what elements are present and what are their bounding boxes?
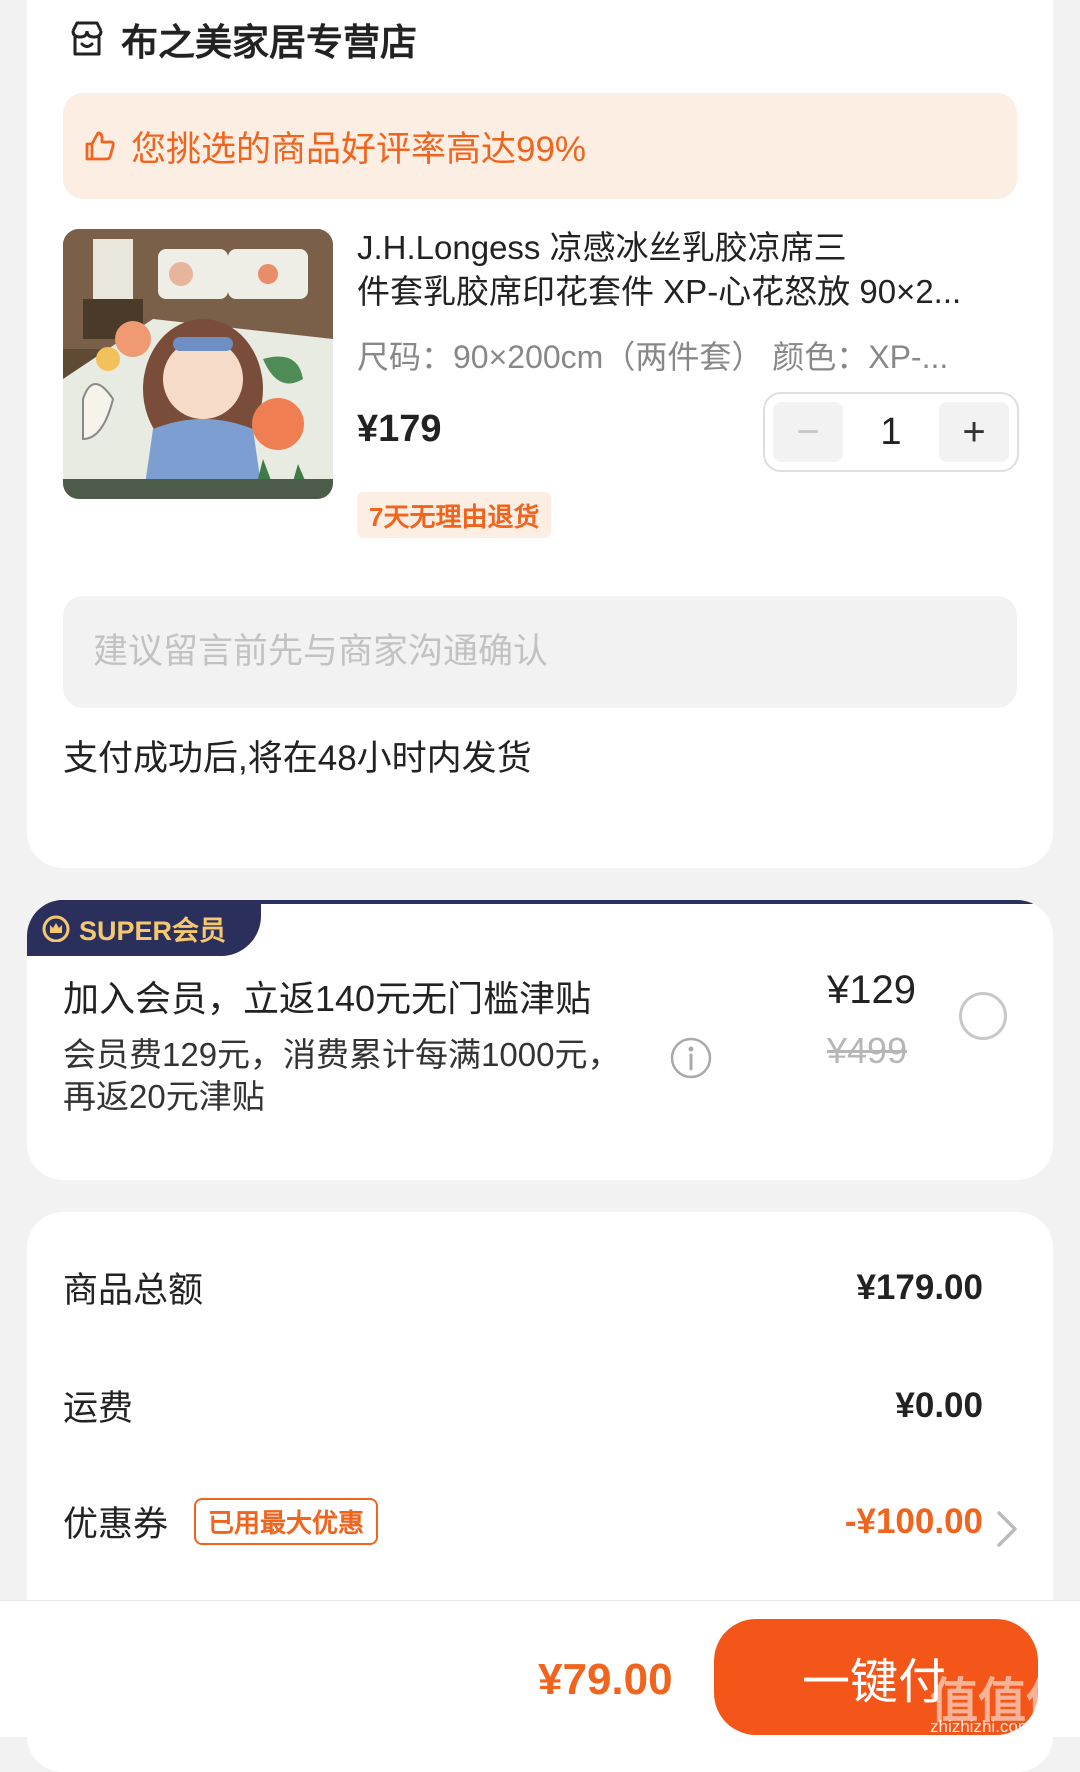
product-image[interactable] bbox=[63, 229, 333, 499]
coupon-row[interactable]: 优惠券 已用最大优惠 -¥100.00 bbox=[63, 1496, 983, 1547]
member-select-radio[interactable] bbox=[959, 992, 1007, 1040]
shipping-fee-label: 运费 bbox=[63, 1389, 134, 1428]
shipping-fee-value: ¥0.00 bbox=[895, 1385, 983, 1425]
goods-total-label: 商品总额 bbox=[63, 1271, 204, 1310]
product-spec[interactable]: 尺码：90×200cm（两件套） 颜色：XP-... bbox=[357, 332, 1017, 378]
watermark-url: zhizhizhi.com bbox=[930, 1717, 1033, 1736]
crown-icon bbox=[42, 915, 70, 942]
quantity-stepper: − 1 + bbox=[763, 392, 1019, 472]
info-icon[interactable] bbox=[669, 1036, 713, 1080]
product-title-line2: 件套乳胶席印花套件 XP-心花怒放 90×2... bbox=[357, 273, 962, 310]
pay-button-label: 一键付 bbox=[802, 1656, 947, 1709]
order-card: 布之美家居专营店 您挑选的商品好评率高达99% J.H.Longess 凉感冰丝… bbox=[27, 0, 1053, 868]
membership-card[interactable]: SUPER会员 加入会员，立返140元无门槛津贴 会员费129元，消费累计每满1… bbox=[27, 900, 1053, 1180]
chevron-right-icon[interactable] bbox=[995, 1509, 1019, 1549]
store-name: 布之美家居专营店 bbox=[121, 22, 417, 63]
message-input[interactable] bbox=[63, 631, 1017, 673]
shipping-note: 支付成功后,将在48小时内发货 bbox=[63, 739, 532, 778]
product-title[interactable]: J.H.Longess 凉感冰丝乳胶凉席三 件套乳胶席印花套件 XP-心花怒放 … bbox=[357, 226, 1017, 314]
member-offer-title: 加入会员，立返140元无门槛津贴 bbox=[63, 978, 592, 1019]
message-field-container bbox=[63, 596, 1017, 708]
member-badge: SUPER会员 bbox=[27, 900, 261, 956]
member-price: ¥129 bbox=[827, 968, 916, 1012]
quantity-value[interactable]: 1 bbox=[851, 411, 931, 454]
rating-banner: 您挑选的商品好评率高达99% bbox=[63, 93, 1017, 199]
store-icon bbox=[71, 21, 103, 56]
coupon-label: 优惠券 bbox=[63, 1505, 169, 1544]
product-title-line1: J.H.Longess 凉感冰丝乳胶凉席三 bbox=[357, 229, 847, 266]
rating-text: 您挑选的商品好评率高达99% bbox=[131, 129, 587, 169]
coupon-best-tag: 已用最大优惠 bbox=[194, 1498, 379, 1545]
goods-total-value: ¥179.00 bbox=[856, 1267, 983, 1307]
member-offer-desc: 会员费129元，消费累计每满1000元，再返20元津贴 bbox=[63, 1036, 621, 1115]
shipping-fee-row: 运费 ¥0.00 bbox=[63, 1380, 983, 1431]
checkout-bar: ¥79.00 一键付 值值值 zhizhizhi.com bbox=[0, 1600, 1080, 1737]
goods-total-row: 商品总额 ¥179.00 bbox=[63, 1262, 983, 1313]
member-badge-label: SUPER会员 bbox=[79, 915, 227, 946]
coupon-value: -¥100.00 bbox=[844, 1501, 983, 1541]
member-original-price: ¥499 bbox=[827, 1030, 908, 1071]
decrease-button[interactable]: − bbox=[773, 402, 843, 462]
store-header[interactable]: 布之美家居专营店 bbox=[67, 12, 417, 66]
total-price: ¥79.00 bbox=[538, 1655, 673, 1704]
return-policy-tag: 7天无理由退货 bbox=[357, 492, 552, 538]
thumbs-up-icon bbox=[85, 131, 115, 161]
product-price: ¥179 bbox=[357, 408, 442, 450]
increase-button[interactable]: + bbox=[939, 402, 1009, 462]
